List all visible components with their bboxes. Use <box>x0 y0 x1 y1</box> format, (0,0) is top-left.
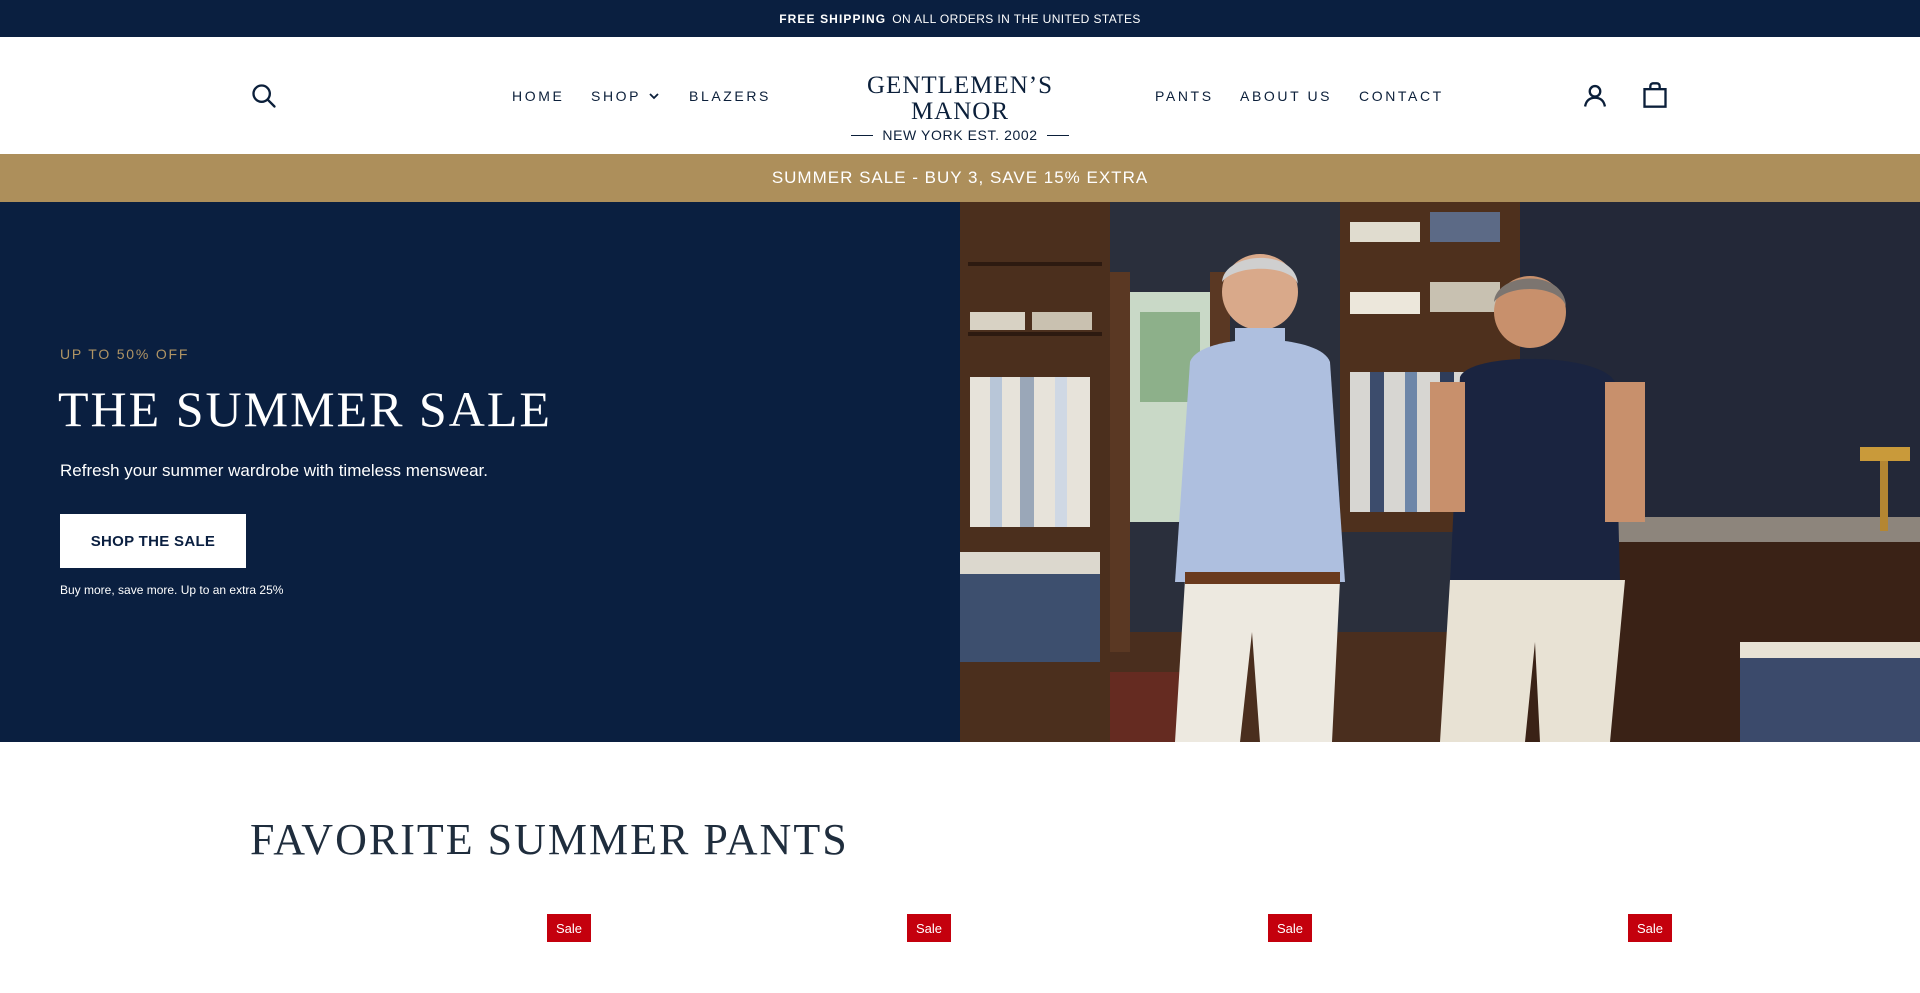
hero-eyebrow: UP TO 50% OFF <box>60 346 190 362</box>
sale-badge: Sale <box>1268 914 1313 942</box>
logo-subtitle-row: NEW YORK EST. 2002 <box>820 127 1100 143</box>
announcement-text: ON ALL ORDERS IN THE UNITED STATES <box>892 11 1141 26</box>
site-logo[interactable]: GENTLEMEN’S MANOR NEW YORK EST. 2002 <box>820 73 1100 143</box>
announcement-bar: FREE SHIPPING ON ALL ORDERS IN THE UNITE… <box>0 0 1920 37</box>
shopping-bag-icon[interactable] <box>1641 81 1669 109</box>
nav-shop[interactable]: SHOP <box>591 87 661 105</box>
announcement-bold: FREE SHIPPING <box>779 11 887 26</box>
promo-strip-text: SUMMER SALE - BUY 3, SAVE 15% EXTRA <box>771 168 1149 187</box>
nav-pants[interactable]: PANTS <box>1155 87 1214 105</box>
user-icon[interactable] <box>1581 82 1609 110</box>
sale-badge: Sale <box>1628 914 1673 942</box>
site-header: HOME SHOP BLAZERS GENTLEMEN’S MANOR NEW … <box>0 37 1920 154</box>
nav-about-us[interactable]: ABOUT US <box>1240 87 1332 105</box>
hero-banner: UP TO 50% OFF THE SUMMER SALE Refresh yo… <box>0 202 1920 742</box>
nav-shop-label: SHOP <box>591 88 642 104</box>
hero-image <box>960 202 1920 742</box>
nav-contact[interactable]: CONTACT <box>1359 87 1444 105</box>
shop-the-sale-button[interactable]: SHOP THE SALE <box>60 514 246 568</box>
search-icon[interactable] <box>250 82 278 110</box>
nav-home[interactable]: HOME <box>512 87 564 105</box>
section-title: FAVORITE SUMMER PANTS <box>250 815 849 864</box>
logo-rule-left <box>851 134 874 136</box>
chevron-down-icon <box>649 93 659 100</box>
hero-photo-two-men-in-store <box>960 202 1920 742</box>
promo-strip[interactable]: SUMMER SALE - BUY 3, SAVE 15% EXTRA <box>0 154 1920 202</box>
hero-note: Buy more, save more. Up to an extra 25% <box>60 583 284 597</box>
nav-blazers[interactable]: BLAZERS <box>689 87 771 105</box>
logo-rule-right <box>1046 134 1069 136</box>
hero-subtitle: Refresh your summer wardrobe with timele… <box>60 461 488 480</box>
hero-text-panel: UP TO 50% OFF THE SUMMER SALE Refresh yo… <box>0 202 960 742</box>
hero-title: THE SUMMER SALE <box>58 381 552 437</box>
logo-title: GENTLEMEN’S MANOR <box>867 72 1053 125</box>
sale-badge: Sale <box>547 914 592 942</box>
sale-badge: Sale <box>907 914 952 942</box>
logo-subtitle: NEW YORK EST. 2002 <box>882 127 1038 143</box>
